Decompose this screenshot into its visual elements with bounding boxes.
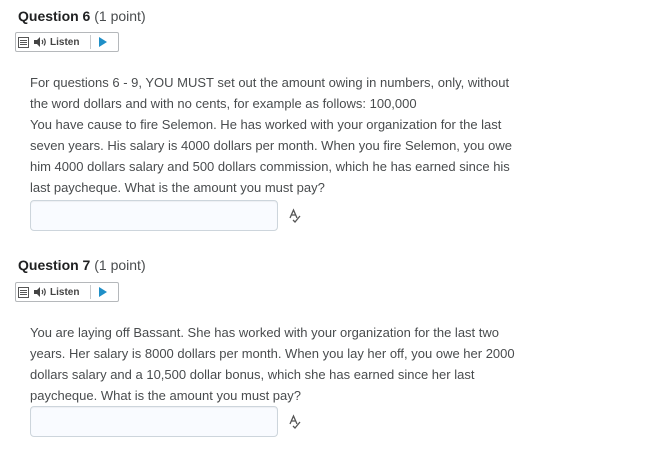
divider bbox=[90, 285, 91, 299]
spellcheck-icon[interactable] bbox=[287, 414, 303, 430]
listen-label: Listen bbox=[50, 36, 80, 48]
spellcheck-icon[interactable] bbox=[287, 208, 303, 224]
play-icon[interactable] bbox=[99, 287, 107, 297]
question-text-line: You are laying off Bassant. She has work… bbox=[30, 325, 499, 340]
question-points: (1 point) bbox=[94, 257, 146, 273]
speaker-icon bbox=[34, 287, 46, 297]
question-text-line: paycheque. What is the amount you must p… bbox=[30, 388, 301, 403]
play-icon[interactable] bbox=[99, 37, 107, 47]
answer-input[interactable] bbox=[30, 200, 278, 231]
question-text: You are laying off Bassant. She has work… bbox=[30, 322, 590, 406]
speaker-icon bbox=[34, 37, 46, 47]
menu-icon[interactable] bbox=[18, 286, 29, 298]
listen-button[interactable]: Listen bbox=[15, 282, 119, 302]
question-text-line: seven years. His salary is 4000 dollars … bbox=[30, 138, 512, 153]
question-number: Question 7 bbox=[18, 257, 91, 273]
question-text-line: the word dollars and with no cents, for … bbox=[30, 96, 417, 111]
divider bbox=[90, 35, 91, 49]
question-title: Question 7 (1 point) bbox=[18, 257, 146, 273]
listen-label: Listen bbox=[50, 286, 80, 298]
question-title: Question 6 (1 point) bbox=[18, 8, 146, 24]
question-text-line: years. Her salary is 8000 dollars per mo… bbox=[30, 346, 515, 361]
question-text-line: For questions 6 - 9, YOU MUST set out th… bbox=[30, 75, 510, 90]
question-text: For questions 6 - 9, YOU MUST set out th… bbox=[30, 72, 590, 198]
question-text-line: him 4000 dollars salary and 500 dollars … bbox=[30, 159, 510, 174]
question-points: (1 point) bbox=[94, 8, 146, 24]
menu-icon[interactable] bbox=[18, 36, 29, 48]
question-text-line: dollars salary and a 10,500 dollar bonus… bbox=[30, 367, 475, 382]
question-number: Question 6 bbox=[18, 8, 91, 24]
listen-button[interactable]: Listen bbox=[15, 32, 119, 52]
answer-input[interactable] bbox=[30, 406, 278, 437]
question-text-line: You have cause to fire Selemon. He has w… bbox=[30, 117, 502, 132]
question-text-line: last paycheque. What is the amount you m… bbox=[30, 180, 325, 195]
